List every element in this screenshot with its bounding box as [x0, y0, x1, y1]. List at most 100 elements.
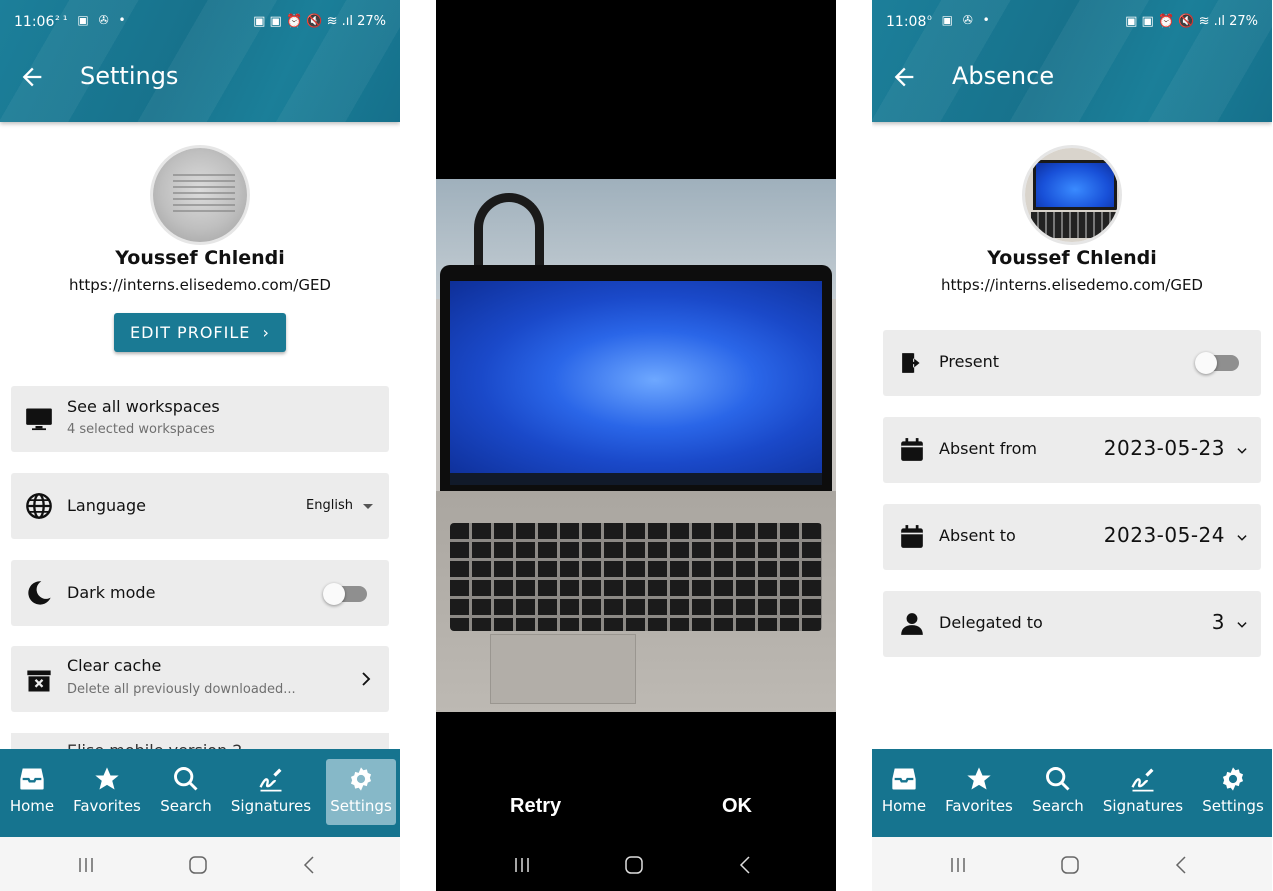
status-system-icons: ▣ ▣ ⏰ 🔇 ≋ .ıl 27%	[253, 14, 386, 29]
nav-favorites-label: Favorites	[73, 797, 141, 815]
bottom-navigation: Home Favorites Search Signatures Setting…	[872, 749, 1272, 837]
nav-signatures[interactable]: Signatures	[1100, 759, 1186, 825]
status-notification-icons: ²¹ ▣ ✇ •	[55, 13, 129, 27]
system-navigation-bar	[0, 837, 400, 891]
language-select[interactable]: English	[306, 498, 353, 513]
chevron-right-icon	[362, 672, 371, 686]
dropdown-caret-icon	[363, 504, 373, 509]
dark-mode-toggle[interactable]	[323, 583, 367, 605]
present-toggle[interactable]	[1195, 352, 1239, 374]
monitor-icon	[26, 408, 52, 431]
dark-mode-title: Dark mode	[67, 583, 156, 602]
nav-favorites-label: Favorites	[945, 797, 1013, 815]
globe-icon	[26, 493, 52, 519]
edit-profile-label: EDIT PROFILE	[130, 323, 251, 342]
search-icon	[174, 767, 198, 791]
chevron-down-icon	[1237, 448, 1247, 454]
delegated-to-title: Delegated to	[939, 613, 1043, 632]
present-title: Present	[939, 352, 1000, 371]
user-name: Youssef Chlendi	[115, 247, 285, 269]
nav-home[interactable]: Home	[4, 759, 60, 825]
clear-cache-title: Clear cache	[67, 656, 162, 675]
home-system-icon[interactable]	[186, 853, 210, 877]
signature-icon	[259, 768, 282, 792]
nav-favorites[interactable]: Favorites	[942, 759, 1016, 825]
present-item: Present	[883, 330, 1261, 396]
absent-from-title: Absent from	[939, 439, 1038, 458]
nav-search[interactable]: Search	[1028, 759, 1088, 825]
nav-home[interactable]: Home	[876, 759, 932, 825]
settings-screen: 11:06 ²¹ ▣ ✇ • ▣ ▣ ⏰ 🔇 ≋ .ıl 27% Setting…	[0, 0, 400, 891]
archive-delete-icon	[27, 670, 51, 692]
clear-cache-item[interactable]: Clear cache Delete all previously downlo…	[11, 646, 389, 712]
avatar[interactable]	[150, 145, 250, 245]
clear-cache-subtitle: Delete all previously downloaded...	[67, 682, 296, 697]
person-icon	[901, 613, 923, 635]
recent-apps-icon[interactable]	[74, 853, 98, 877]
absent-from-item[interactable]: Absent from 2023-05-23	[883, 417, 1261, 483]
delegated-to-value[interactable]: 3	[1212, 610, 1225, 634]
retry-button[interactable]: Retry	[510, 795, 561, 818]
workspaces-subtitle: 4 selected workspaces	[67, 422, 215, 437]
nav-home-label: Home	[9, 797, 55, 815]
language-item[interactable]: Language English	[11, 473, 389, 539]
workspaces-item[interactable]: See all workspaces 4 selected workspaces	[11, 386, 389, 452]
nav-settings[interactable]: Settings	[326, 759, 396, 825]
captured-photo	[436, 179, 836, 712]
status-time: 11:06	[14, 14, 55, 30]
nav-signatures-label: Signatures	[230, 797, 312, 815]
absent-to-value[interactable]: 2023-05-24	[1104, 523, 1225, 547]
chevron-down-icon	[1237, 622, 1247, 628]
avatar[interactable]	[1022, 145, 1122, 245]
gear-icon	[350, 767, 372, 791]
nav-settings-label: Settings	[1202, 797, 1264, 815]
nav-favorites[interactable]: Favorites	[70, 759, 144, 825]
workspaces-title: See all workspaces	[67, 397, 220, 416]
page-title: Absence	[952, 62, 1055, 90]
star-icon	[967, 767, 991, 790]
recent-apps-icon[interactable]	[510, 853, 534, 877]
system-navigation-bar	[872, 837, 1272, 891]
absent-to-title: Absent to	[939, 526, 1016, 545]
nav-search-label: Search	[1032, 797, 1084, 815]
inbox-icon	[892, 768, 916, 790]
chevron-down-icon	[1237, 535, 1247, 541]
calendar-icon	[901, 525, 923, 548]
delegated-to-item[interactable]: Delegated to 3	[883, 591, 1261, 657]
home-system-icon[interactable]	[1058, 853, 1082, 877]
back-system-icon[interactable]	[298, 853, 322, 877]
search-icon	[1046, 767, 1070, 791]
signature-icon	[1131, 768, 1154, 792]
system-navigation-bar	[436, 837, 836, 891]
recent-apps-icon[interactable]	[946, 853, 970, 877]
status-time: 11:08	[886, 14, 927, 30]
ok-button[interactable]: OK	[722, 795, 752, 818]
star-icon	[95, 767, 119, 790]
nav-signatures[interactable]: Signatures	[228, 759, 314, 825]
language-title: Language	[67, 496, 146, 515]
user-url: https://interns.elisedemo.com/GED	[69, 276, 331, 294]
status-bar: 11:06 ²¹ ▣ ✇ • ▣ ▣ ⏰ 🔇 ≋ .ıl 27%	[0, 0, 400, 34]
gear-icon	[1222, 767, 1244, 791]
nav-settings[interactable]: Settings	[1198, 759, 1268, 825]
absent-to-item[interactable]: Absent to 2023-05-24	[883, 504, 1261, 570]
nav-home-label: Home	[881, 797, 927, 815]
back-arrow-icon[interactable]	[18, 63, 46, 91]
nav-signatures-label: Signatures	[1102, 797, 1184, 815]
moon-icon	[28, 581, 51, 605]
nav-settings-label: Settings	[330, 797, 392, 815]
user-url: https://interns.elisedemo.com/GED	[941, 276, 1203, 294]
bottom-navigation: Home Favorites Search Signatures Setting…	[0, 749, 400, 837]
calendar-icon	[901, 438, 923, 461]
home-system-icon[interactable]	[622, 853, 646, 877]
absent-from-value[interactable]: 2023-05-23	[1104, 436, 1225, 460]
absence-screen: 11:08 ⁰ ▣ ✇ • ▣ ▣ ⏰ 🔇 ≋ .ıl 27% Absence …	[872, 0, 1272, 891]
back-system-icon[interactable]	[734, 853, 758, 877]
camera-preview-screen: Retry OK	[436, 0, 836, 891]
back-system-icon[interactable]	[1170, 853, 1194, 877]
status-system-icons: ▣ ▣ ⏰ 🔇 ≋ .ıl 27%	[1125, 14, 1258, 29]
nav-search[interactable]: Search	[156, 759, 216, 825]
edit-profile-button[interactable]: EDIT PROFILE ›	[114, 313, 286, 352]
back-arrow-icon[interactable]	[890, 63, 918, 91]
status-notification-icons: ⁰ ▣ ✇ •	[927, 13, 993, 27]
